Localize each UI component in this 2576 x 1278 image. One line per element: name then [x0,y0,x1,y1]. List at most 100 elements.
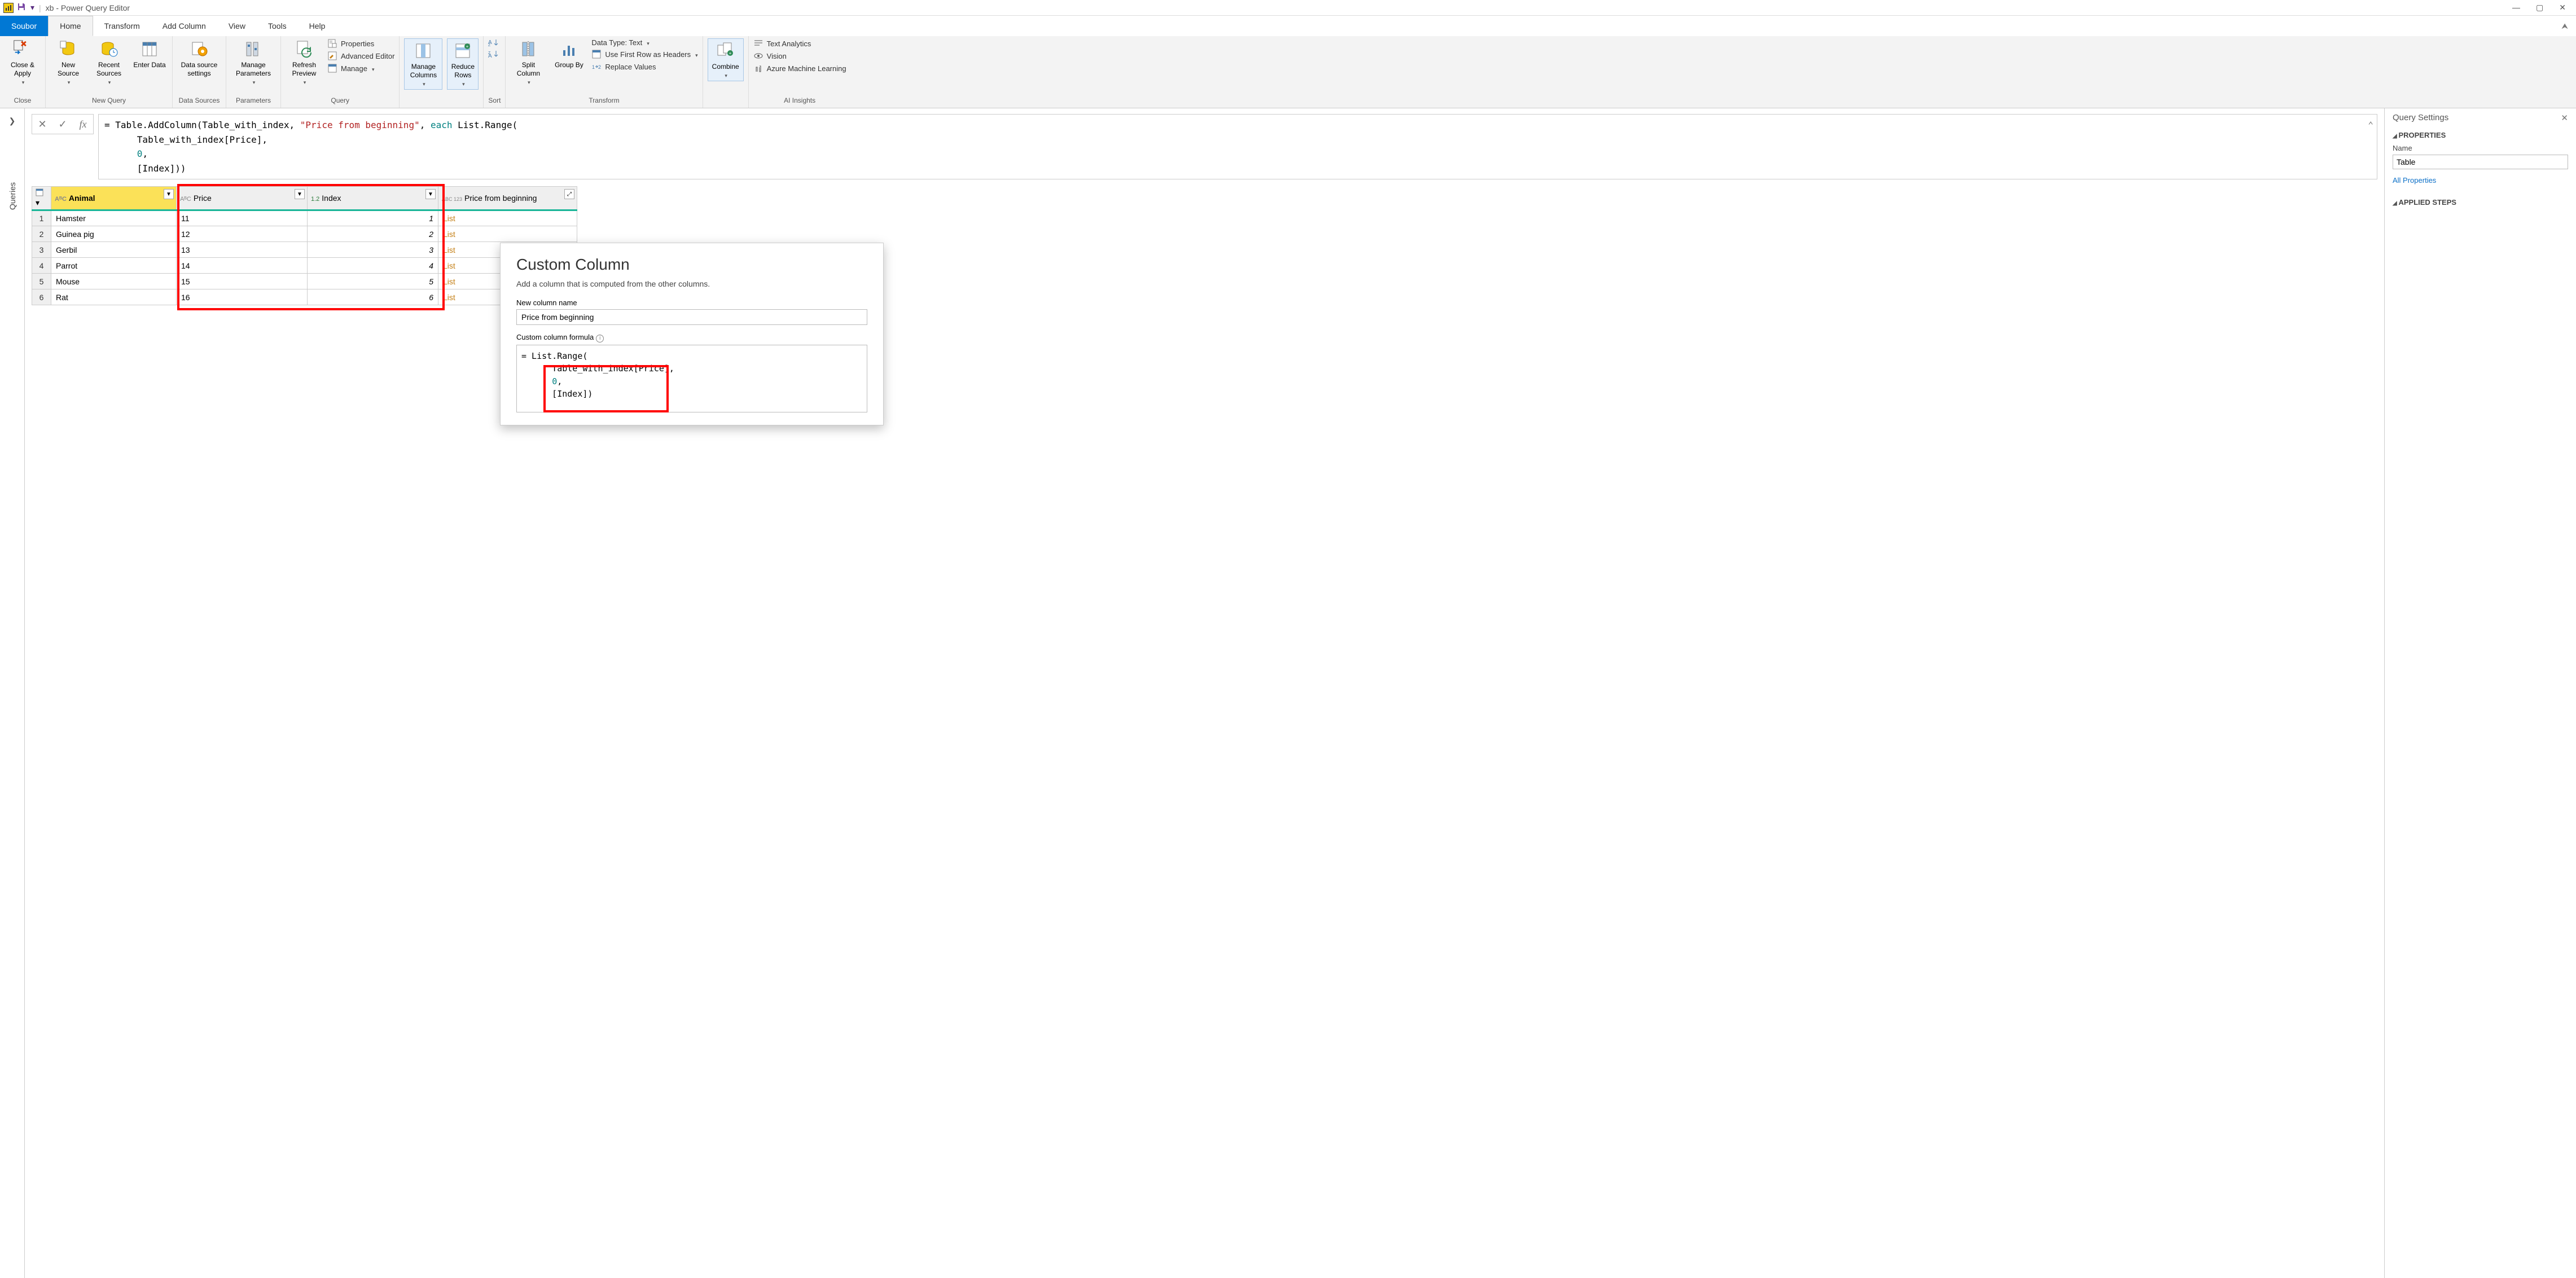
formula-confirm-icon[interactable]: ✓ [52,118,73,130]
split-column-button[interactable]: Split Column [510,38,546,86]
cell-price[interactable]: 15 [177,274,308,289]
ribbon-group-parameters: Manage Parameters Parameters [226,36,281,108]
vision-button[interactable]: Vision [753,51,846,61]
cell-animal[interactable]: Guinea pig [51,226,177,242]
enter-data-button[interactable]: Enter Data [131,38,168,69]
fx-icon[interactable]: fx [73,118,93,130]
cell-animal[interactable]: Parrot [51,258,177,274]
formula-text[interactable]: = Table.AddColumn(Table_with_index, "Pri… [98,114,2377,179]
ribbon: Close & Apply Close New Source Recent So… [0,36,2576,108]
cell-index[interactable]: 5 [308,274,438,289]
table-corner-button[interactable]: ▾ [32,187,51,210]
sort-desc-icon[interactable]: ZA [488,50,501,58]
text-analytics-button[interactable]: Text Analytics [753,38,846,49]
reduce-rows-button[interactable]: + Reduce Rows [447,38,479,90]
applied-steps-section[interactable]: APPLIED STEPS [2393,198,2568,207]
close-window-button[interactable]: ✕ [2559,3,2566,12]
query-settings-title: Query Settings [2393,113,2448,123]
recent-sources-button[interactable]: Recent Sources [91,38,127,86]
row-number: 4 [32,258,51,274]
manage-parameters-button[interactable]: Manage Parameters [231,38,276,86]
cell-price[interactable]: 11 [177,210,308,226]
col-header-index[interactable]: 1.2Index▼ [308,187,438,210]
filter-icon[interactable]: ▼ [164,189,174,199]
cell-list[interactable]: List [438,210,577,226]
col-header-price-from-beginning[interactable]: ABC 123Price from beginning⤢ [438,187,577,210]
manage-button[interactable]: Manage [327,63,394,73]
ribbon-group-data-sources: Data source settings Data Sources [173,36,226,108]
advanced-editor-button[interactable]: Advanced Editor [327,51,394,61]
group-label-transform: Transform [510,94,697,108]
close-settings-icon[interactable]: ✕ [2561,113,2568,123]
tab-file[interactable]: Soubor [0,16,48,36]
cell-index[interactable]: 3 [308,242,438,258]
filter-icon[interactable]: ▼ [425,189,436,199]
col-header-price[interactable]: AᴮCPrice▼ [177,187,308,210]
sort-asc-icon[interactable]: AZ [488,38,501,46]
group-label-data-sources: Data Sources [177,94,221,108]
tab-add-column[interactable]: Add Column [151,16,217,36]
cell-index[interactable]: 2 [308,226,438,242]
separator: | [39,3,41,12]
cell-animal[interactable]: Mouse [51,274,177,289]
cell-index[interactable]: 1 [308,210,438,226]
tab-view[interactable]: View [217,16,257,36]
first-row-headers-button[interactable]: Use First Row as Headers [591,49,697,59]
cell-index[interactable]: 6 [308,289,438,305]
cell-animal[interactable]: Hamster [51,210,177,226]
table-row[interactable]: 2Guinea pig122List [32,226,577,242]
tab-transform[interactable]: Transform [93,16,151,36]
cell-price[interactable]: 12 [177,226,308,242]
cell-price[interactable]: 13 [177,242,308,258]
manage-columns-button[interactable]: Manage Columns [404,38,442,90]
tab-tools[interactable]: Tools [257,16,298,36]
table-row[interactable]: 5Mouse155List [32,274,577,289]
cell-price[interactable]: 14 [177,258,308,274]
combine-button[interactable]: + Combine [708,38,744,81]
maximize-button[interactable]: ▢ [2536,3,2543,12]
data-source-settings-button[interactable]: Data source settings [177,38,221,78]
table-row[interactable]: 4Parrot144List [32,258,577,274]
col-header-animal[interactable]: AᴮCAnimal▼ [51,187,177,210]
formula-cancel-icon[interactable]: ✕ [32,118,52,130]
app-logo-icon [3,3,14,13]
data-table: ▾ AᴮCAnimal▼ AᴮCPrice▼ 1.2Index▼ ABC 123… [32,186,577,305]
info-icon[interactable]: i [596,335,604,342]
collapse-ribbon-icon[interactable]: ⮝ [2553,16,2576,36]
close-apply-button[interactable]: Close & Apply [5,38,41,86]
replace-values-button[interactable]: 12 Replace Values [591,62,697,72]
aml-button[interactable]: Azure Machine Learning [753,63,846,73]
minimize-button[interactable]: — [2512,3,2520,12]
ribbon-group-sort: AZ ZA Sort [484,36,506,108]
cell-price[interactable]: 16 [177,289,308,305]
refresh-preview-button[interactable]: Refresh Preview [286,38,323,86]
expand-column-icon[interactable]: ⤢ [564,189,574,199]
formula-textarea[interactable]: = List.Range( Table_with_index[Price], 0… [516,345,867,412]
save-icon[interactable] [17,2,26,13]
properties-button[interactable]: Properties [327,38,394,49]
group-by-button[interactable]: Group By [551,38,587,69]
queries-label[interactable]: Queries [8,182,17,210]
table-row[interactable]: 1Hamster111List [32,210,577,226]
qat-dropdown-icon[interactable]: ▾ [30,3,34,12]
cell-animal[interactable]: Rat [51,289,177,305]
tab-home[interactable]: Home [48,16,93,36]
custom-column-dialog: Custom Column Add a column that is compu… [500,243,884,425]
svg-text:+: + [729,51,731,56]
expand-queries-icon[interactable]: ❯ [9,116,16,126]
cell-index[interactable]: 4 [308,258,438,274]
data-type-button[interactable]: Data Type: Text [591,38,697,47]
properties-section[interactable]: PROPERTIES [2393,131,2568,139]
table-row[interactable]: 3Gerbil133List [32,242,577,258]
all-properties-link[interactable]: All Properties [2393,176,2436,185]
cell-animal[interactable]: Gerbil [51,242,177,258]
new-column-name-input[interactable] [516,309,867,325]
cell-list[interactable]: List [438,226,577,242]
table-row[interactable]: 6Rat166List [32,289,577,305]
filter-icon[interactable]: ▼ [295,189,305,199]
new-source-button[interactable]: New Source [50,38,86,86]
tab-help[interactable]: Help [298,16,337,36]
formula-collapse-icon[interactable]: ⌃ [2368,118,2373,133]
svg-text:+: + [466,44,469,49]
query-name-input[interactable] [2393,155,2568,169]
